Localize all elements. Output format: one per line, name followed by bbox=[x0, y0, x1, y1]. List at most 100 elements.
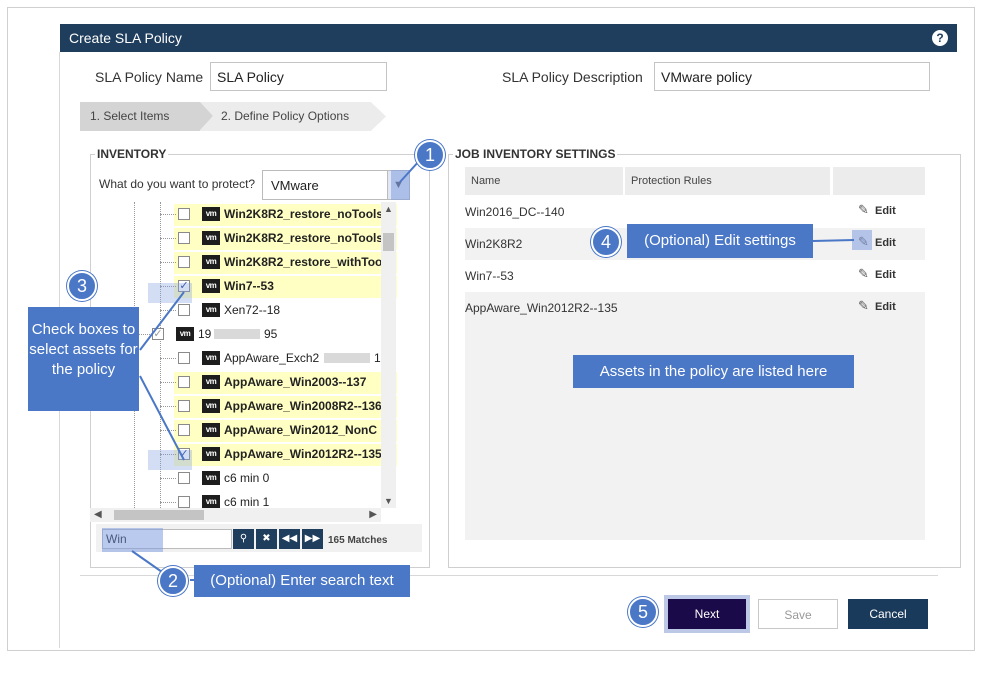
previous-match-icon[interactable]: ◀◀ bbox=[279, 529, 300, 549]
item-checkbox[interactable] bbox=[178, 376, 190, 388]
edit-link[interactable]: Edit bbox=[875, 269, 896, 281]
item-checkbox[interactable] bbox=[178, 472, 190, 484]
table-row[interactable]: Win7--53 ✎ Edit bbox=[465, 260, 925, 292]
callout-3-badge: 3 bbox=[67, 271, 97, 301]
vm-icon: vm bbox=[202, 495, 220, 508]
item-checkbox[interactable] bbox=[178, 208, 190, 220]
pencil-icon[interactable]: ✎ bbox=[858, 266, 869, 282]
tree-connector bbox=[160, 262, 176, 263]
item-checkbox[interactable] bbox=[178, 400, 190, 412]
scroll-left-icon[interactable]: ◀ bbox=[94, 508, 102, 522]
job-inventory-legend: JOB INVENTORY SETTINGS bbox=[455, 147, 616, 161]
search-highlight bbox=[102, 528, 163, 552]
tree-connector bbox=[160, 430, 176, 431]
vm-icon: vm bbox=[202, 279, 220, 293]
tree-item-label-suffix: 1 bbox=[374, 351, 381, 365]
item-checkbox[interactable] bbox=[178, 424, 190, 436]
column-header-protection-rules[interactable]: Protection Rules bbox=[625, 167, 830, 195]
clear-search-icon[interactable]: ✖ bbox=[256, 529, 277, 549]
protect-type-select[interactable]: VMware ▼ bbox=[262, 170, 410, 200]
dropdown-highlight bbox=[391, 170, 410, 200]
help-icon[interactable]: ? bbox=[932, 30, 948, 46]
wizard-step-arrow bbox=[200, 102, 213, 130]
wizard-step-select-items[interactable]: 1. Select Items bbox=[80, 102, 200, 131]
tree-horizontal-scrollbar[interactable]: ◀ ▶ bbox=[90, 508, 381, 522]
edit-link[interactable]: Edit bbox=[875, 237, 896, 249]
vm-icon: vm bbox=[202, 207, 220, 221]
win7-checkbox-highlight bbox=[148, 283, 192, 303]
vm-icon: vm bbox=[202, 303, 220, 317]
tree-connector bbox=[160, 382, 176, 383]
tree-item-label: AppAware_Win2012R2--135 bbox=[224, 447, 382, 461]
vm-icon: vm bbox=[176, 327, 194, 341]
tree-item-label: AppAware_Win2012_NonC bbox=[224, 423, 378, 437]
pencil-icon[interactable]: ✎ bbox=[858, 202, 869, 218]
tree-row[interactable]: vm Win2K8R2_restore_withTools bbox=[90, 250, 397, 274]
tree-item-label: Win7--53 bbox=[224, 279, 274, 293]
tree-item-label: Win2K8R2_restore_noTools bbox=[224, 231, 384, 245]
tree-row[interactable]: ✓ vm Win7--53 bbox=[90, 274, 397, 298]
tree-connector bbox=[160, 214, 176, 215]
tree-connector bbox=[160, 358, 176, 359]
scroll-thumb[interactable] bbox=[114, 510, 204, 520]
tree-item-label: Win2K8R2_restore_noTools bbox=[224, 207, 384, 221]
dialog-titlebar: Create SLA Policy ? bbox=[60, 24, 957, 52]
scroll-up-icon[interactable]: ▲ bbox=[381, 204, 396, 214]
callout-4-text: (Optional) Edit settings bbox=[627, 224, 813, 258]
wizard-step-define-options[interactable]: 2. Define Policy Options bbox=[196, 102, 386, 131]
tree-row[interactable]: vm c6 min 0 bbox=[90, 466, 397, 490]
callout-3-text: Check boxes to select assets for the pol… bbox=[28, 307, 139, 411]
next-button[interactable]: Next bbox=[668, 599, 746, 629]
item-checkbox[interactable] bbox=[178, 496, 190, 508]
vm-icon: vm bbox=[202, 255, 220, 269]
search-icon[interactable]: ⚲ bbox=[233, 529, 254, 549]
pencil-icon[interactable]: ✎ bbox=[858, 298, 869, 314]
tree-row[interactable]: ✓ vm AppAware_Win2012R2--135 bbox=[90, 442, 397, 466]
vm-icon: vm bbox=[202, 375, 220, 389]
policy-description-label: SLA Policy Description bbox=[502, 69, 643, 85]
item-checkbox[interactable] bbox=[178, 352, 190, 364]
callout-5-badge: 5 bbox=[628, 597, 658, 627]
callout-1-badge: 1 bbox=[415, 140, 445, 170]
vm-icon: vm bbox=[202, 447, 220, 461]
tree-item-label: c6 min 1 bbox=[224, 495, 270, 508]
tree-item-label: Xen72--18 bbox=[224, 303, 281, 317]
vm-icon: vm bbox=[202, 423, 220, 437]
cancel-button[interactable]: Cancel bbox=[848, 599, 928, 629]
callout-2-badge: 2 bbox=[158, 566, 188, 596]
tree-row[interactable]: vm c6 min 1 bbox=[90, 490, 397, 508]
tree-item-label: Win2K8R2_restore_withTools bbox=[224, 255, 393, 269]
callout-2-text: (Optional) Enter search text bbox=[194, 565, 410, 597]
tree-vertical-scrollbar[interactable]: ▲ ▼ bbox=[381, 202, 396, 508]
edit-link[interactable]: Edit bbox=[875, 205, 896, 217]
dialog-title: Create SLA Policy bbox=[69, 30, 182, 46]
vm-icon: vm bbox=[202, 351, 220, 365]
item-checkbox[interactable] bbox=[178, 232, 190, 244]
tree-item-label: c6 min 0 bbox=[224, 471, 270, 485]
policy-name-input[interactable] bbox=[210, 62, 387, 91]
tree-item-label: AppAware_Exch2 bbox=[224, 351, 320, 365]
tree-row[interactable]: vm Win2K8R2_restore_noTools bbox=[90, 202, 397, 226]
tree-connector bbox=[160, 238, 176, 239]
column-header-actions bbox=[833, 167, 925, 195]
item-checkbox[interactable]: ✓ bbox=[152, 328, 164, 340]
tree-row[interactable]: vm Win2K8R2_restore_noTools bbox=[90, 226, 397, 250]
appaware-checkbox-highlight bbox=[148, 450, 192, 470]
scroll-thumb[interactable] bbox=[383, 233, 394, 251]
item-checkbox[interactable] bbox=[178, 256, 190, 268]
tree-item-label-suffix: 95 bbox=[264, 327, 278, 341]
policy-description-input[interactable] bbox=[654, 62, 930, 91]
scroll-right-icon[interactable]: ▶ bbox=[369, 508, 377, 522]
table-row[interactable]: AppAware_Win2012R2--135 ✎ Edit bbox=[465, 292, 925, 324]
column-header-name[interactable]: Name bbox=[465, 167, 623, 195]
tree-row[interactable]: vm AppAware_Win2012_NonC bbox=[90, 418, 397, 442]
tree-connector bbox=[160, 478, 176, 479]
vm-icon: vm bbox=[202, 231, 220, 245]
scroll-down-icon[interactable]: ▼ bbox=[381, 496, 396, 506]
save-button[interactable]: Save bbox=[758, 599, 838, 629]
edit-highlight bbox=[852, 230, 872, 250]
next-match-icon[interactable]: ▶▶ bbox=[302, 529, 323, 549]
asset-name: AppAware_Win2012R2--135 bbox=[465, 301, 618, 315]
edit-link[interactable]: Edit bbox=[875, 301, 896, 313]
item-checkbox[interactable] bbox=[178, 304, 190, 316]
